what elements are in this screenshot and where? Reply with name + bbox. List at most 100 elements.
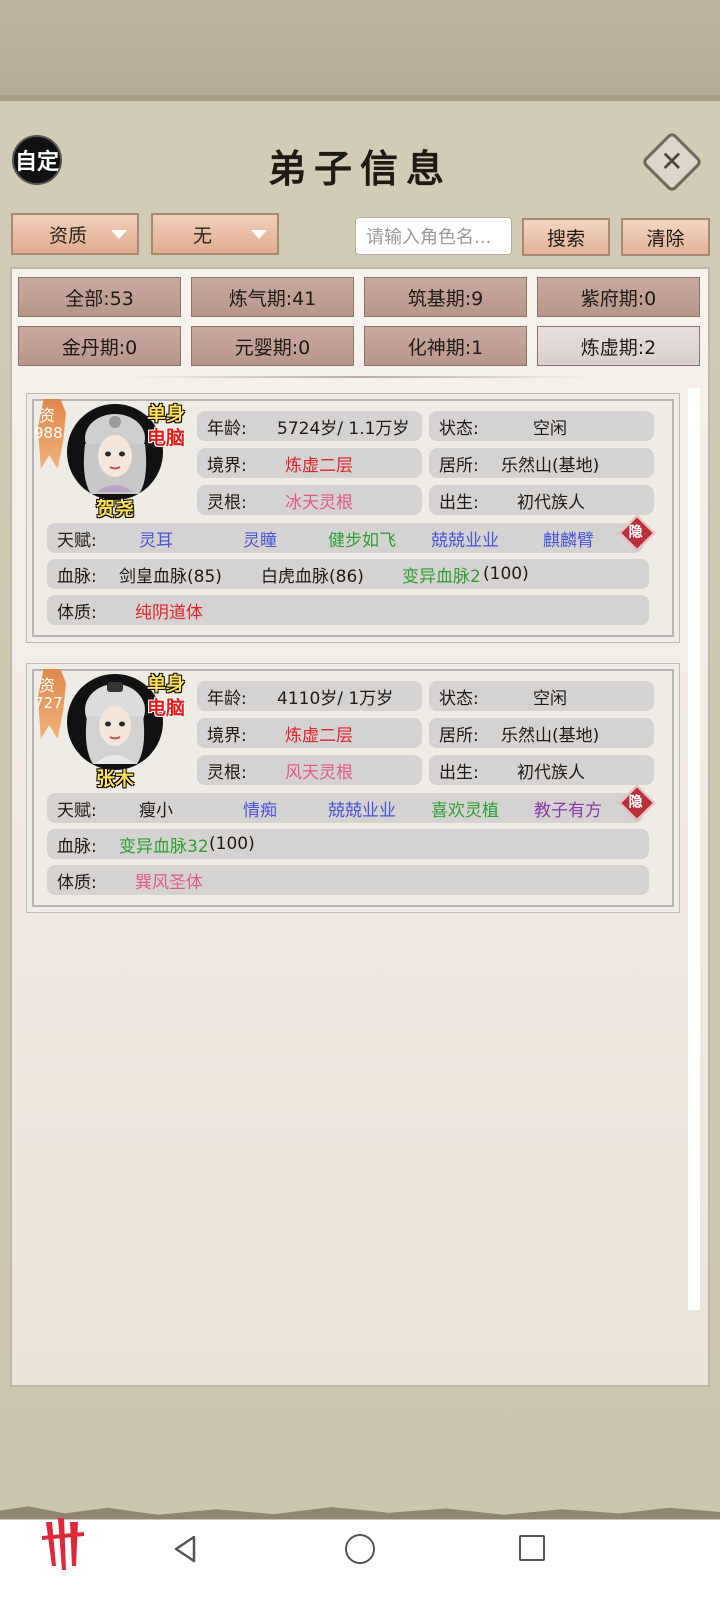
- status-field: 状态: 空闲: [429, 411, 654, 441]
- talent-item[interactable]: 教子有方: [534, 796, 602, 821]
- top-decorative-band: [0, 0, 720, 100]
- page-title: 弟子信息: [267, 146, 452, 191]
- system-navigation-bar: [0, 1518, 720, 1600]
- age-value: 4110岁/ 1万岁: [277, 688, 394, 709]
- spirit-root-value: 风天灵根: [285, 762, 353, 783]
- talent-field: 天赋: 灵耳 灵瞳 健步如飞 兢兢业业 麒麟臂: [47, 523, 643, 553]
- physique-value: 巽风圣体: [135, 872, 203, 893]
- chevron-down-icon: [251, 230, 267, 239]
- stage-filter-zifu[interactable]: 紫府期:0: [537, 277, 700, 317]
- status-value: 空闲: [533, 418, 567, 439]
- residence-field: 居所: 乐然山(基地): [429, 448, 654, 478]
- realm-label: 境界:: [207, 725, 247, 746]
- scrollbar[interactable]: [688, 388, 700, 1310]
- status-label: 状态:: [439, 688, 479, 709]
- status-label: 状态:: [439, 418, 479, 439]
- value-dropdown[interactable]: 无: [151, 213, 279, 255]
- disciple-card[interactable]: 资 988 单身 电脑 贺尧 年龄: 5724岁/ 1.1万岁 状态: 空闲 境…: [26, 393, 680, 643]
- computer-tag: 电脑: [147, 697, 186, 719]
- residence-value: 乐然山(基地): [501, 455, 600, 476]
- talent-item[interactable]: 瘦小: [139, 796, 173, 821]
- physique-value: 纯阴道体: [135, 602, 203, 623]
- clear-button[interactable]: 清除: [621, 218, 710, 256]
- realm-label: 境界:: [207, 455, 247, 476]
- bloodline-item: 变异血脉32: [119, 836, 209, 857]
- physique-label: 体质:: [57, 872, 97, 893]
- single-tag: 单身: [147, 673, 186, 695]
- talent-item[interactable]: 健步如飞: [328, 526, 396, 551]
- stage-filter-jindan[interactable]: 金丹期:0: [18, 326, 181, 366]
- status-value: 空闲: [533, 688, 567, 709]
- stage-filter-lianxu[interactable]: 炼虚期:2: [537, 326, 700, 366]
- spirit-root-field: 灵根: 冰天灵根: [197, 485, 422, 515]
- birth-field: 出生: 初代族人: [429, 755, 654, 785]
- bloodline-value: (100): [483, 564, 529, 584]
- residence-label: 居所:: [439, 725, 479, 746]
- birth-label: 出生:: [439, 492, 479, 513]
- divider: [130, 376, 590, 378]
- recent-apps-icon[interactable]: [519, 1535, 545, 1561]
- talent-item[interactable]: 兢兢业业: [328, 796, 396, 821]
- realm-value: 炼虚二层: [285, 455, 353, 476]
- bloodline-value: (100): [209, 834, 255, 854]
- realm-field: 境界: 炼虚二层: [197, 718, 422, 748]
- spirit-root-value: 冰天灵根: [285, 492, 353, 513]
- search-input[interactable]: 请输入角色名...: [355, 217, 512, 255]
- bloodline-item: 白虎血脉(86): [261, 566, 364, 587]
- stage-filter-lianqi[interactable]: 炼气期:41: [191, 277, 354, 317]
- age-field: 年龄: 4110岁/ 1万岁: [197, 681, 422, 711]
- talent-item[interactable]: 情痴: [243, 796, 277, 821]
- talent-item[interactable]: 喜欢灵植: [431, 796, 499, 821]
- grade-badge-char: 资: [39, 406, 56, 425]
- bloodline-field: 血脉: 剑皇血脉(85) 白虎血脉(86) 变异血脉2 (100): [47, 559, 649, 589]
- physique-field: 体质: 纯阴道体: [47, 595, 649, 625]
- attribute-dropdown[interactable]: 资质: [11, 213, 139, 255]
- residence-label: 居所:: [439, 455, 479, 476]
- stage-filter-huashen[interactable]: 化神期:1: [364, 326, 527, 366]
- spirit-root-label: 灵根:: [207, 492, 247, 513]
- birth-value: 初代族人: [517, 492, 585, 513]
- grade-value: 727: [34, 694, 63, 712]
- spirit-root-label: 灵根:: [207, 762, 247, 783]
- age-label: 年龄:: [207, 418, 247, 439]
- value-dropdown-label: 无: [193, 224, 213, 247]
- age-field: 年龄: 5724岁/ 1.1万岁: [197, 411, 422, 441]
- bloodline-item: 变异血脉2: [402, 566, 481, 587]
- bloodline-label: 血脉:: [57, 836, 97, 857]
- search-button[interactable]: 搜索: [522, 218, 610, 256]
- residence-field: 居所: 乐然山(基地): [429, 718, 654, 748]
- birth-value: 初代族人: [517, 762, 585, 783]
- bloodline-label: 血脉:: [57, 566, 97, 587]
- talent-item[interactable]: 兢兢业业: [431, 526, 499, 551]
- hidden-talent-label: 隐: [628, 524, 643, 541]
- attribute-dropdown-label: 资质: [49, 224, 88, 247]
- residence-value: 乐然山(基地): [501, 725, 600, 746]
- talent-field: 天赋: 瘦小 情痴 兢兢业业 喜欢灵植 教子有方: [47, 793, 643, 823]
- close-icon: ✕: [660, 145, 684, 178]
- disciple-card[interactable]: 资 727 单身 电脑 张木 年龄: 4110岁/ 1万岁 状态: 空闲 境界:…: [26, 663, 680, 913]
- grade-value: 988: [34, 424, 63, 442]
- talent-item[interactable]: 麒麟臂: [543, 526, 594, 551]
- disciple-name: 贺尧: [95, 498, 134, 520]
- talent-label: 天赋:: [57, 800, 97, 821]
- home-icon[interactable]: [345, 1534, 375, 1564]
- grade-badge-char: 资: [39, 676, 56, 695]
- bloodline-item: 剑皇血脉(85): [119, 566, 222, 587]
- birth-label: 出生:: [439, 762, 479, 783]
- stage-filter-zhuji[interactable]: 筑基期:9: [364, 277, 527, 317]
- age-value: 5724岁/ 1.1万岁: [277, 418, 410, 439]
- brand-logo-icon: [42, 1518, 84, 1570]
- talent-item[interactable]: 灵耳: [139, 526, 173, 551]
- physique-label: 体质:: [57, 602, 97, 623]
- chevron-down-icon: [111, 230, 127, 239]
- talent-item[interactable]: 灵瞳: [243, 526, 277, 551]
- talent-label: 天赋:: [57, 530, 97, 551]
- status-field: 状态: 空闲: [429, 681, 654, 711]
- birth-field: 出生: 初代族人: [429, 485, 654, 515]
- stage-filter-yuanying[interactable]: 元婴期:0: [191, 326, 354, 366]
- realm-field: 境界: 炼虚二层: [197, 448, 422, 478]
- bloodline-field: 血脉: 变异血脉32 (100): [47, 829, 649, 859]
- disciple-name: 张木: [95, 768, 134, 790]
- back-icon[interactable]: [172, 1534, 198, 1564]
- stage-filter-all[interactable]: 全部:53: [18, 277, 181, 317]
